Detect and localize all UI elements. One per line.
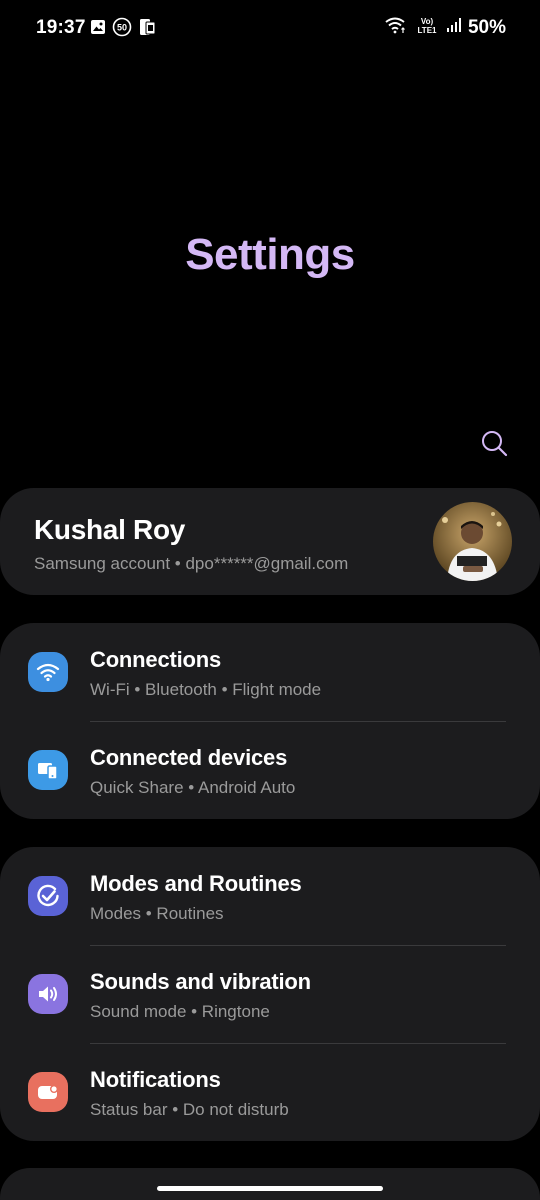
settings-group-next	[0, 1168, 540, 1200]
avatar[interactable]	[433, 502, 512, 581]
svg-text:Vo): Vo)	[421, 17, 434, 26]
volte-lte1-icon: Vo) LTE1	[414, 16, 440, 39]
row-title: Sounds and vibration	[90, 969, 311, 994]
row-subtitle: Modes • Routines	[90, 904, 224, 923]
row-title: Modes and Routines	[90, 871, 302, 896]
status-time: 19:37	[36, 17, 86, 38]
status-right: Vo) LTE1 50%	[384, 16, 506, 39]
signal-icon	[446, 17, 462, 38]
svg-text:LTE1: LTE1	[417, 26, 437, 34]
wifi-icon	[28, 652, 68, 692]
settings-item-notifications[interactable]: Notifications Status bar • Do not distur…	[0, 1043, 540, 1141]
row-subtitle: Sound mode • Ringtone	[90, 1002, 270, 1021]
page-title: Settings	[185, 230, 355, 279]
row-subtitle: Status bar • Do not disturb	[90, 1100, 289, 1119]
settings-item-modes-and-routines[interactable]: Modes and Routines Modes • Routines	[0, 847, 540, 945]
wifi-icon	[384, 16, 408, 39]
search-button[interactable]	[478, 427, 510, 459]
status-left-icons: 50	[90, 17, 158, 42]
speaker-icon	[28, 974, 68, 1014]
gallery-icon	[90, 19, 106, 40]
account-name: Kushal Roy	[34, 514, 186, 545]
notification-50-icon: 50	[112, 17, 132, 42]
settings-screen: 19:37 50 Vo) LTE1 50% Settings Kushal Ro…	[0, 0, 540, 1200]
row-title: Connected devices	[90, 745, 288, 770]
home-indicator[interactable]	[157, 1186, 383, 1191]
notification-icon	[28, 1072, 68, 1112]
row-title: Connections	[90, 647, 222, 672]
battery-percent: 50%	[467, 16, 506, 38]
status-bar: 19:37 50 Vo) LTE1 50%	[0, 0, 540, 56]
row-subtitle: Quick Share • Android Auto	[90, 778, 296, 797]
search-icon	[482, 431, 508, 457]
account-subtitle: Samsung account • dpo******@gmail.com	[34, 554, 349, 573]
settings-item-connected-devices[interactable]: Connected devices Quick Share • Android …	[0, 721, 540, 819]
row-subtitle: Wi-Fi • Bluetooth • Flight mode	[90, 680, 322, 699]
connected-devices-icon	[28, 750, 68, 790]
svg-text:50: 50	[117, 23, 127, 33]
sim-phone-icon	[138, 18, 158, 41]
row-title: Notifications	[90, 1067, 221, 1092]
settings-item-sounds-and-vibration[interactable]: Sounds and vibration Sound mode • Ringto…	[0, 945, 540, 1043]
settings-item-connections[interactable]: Connections Wi-Fi • Bluetooth • Flight m…	[0, 623, 540, 721]
modes-routines-icon	[28, 876, 68, 916]
